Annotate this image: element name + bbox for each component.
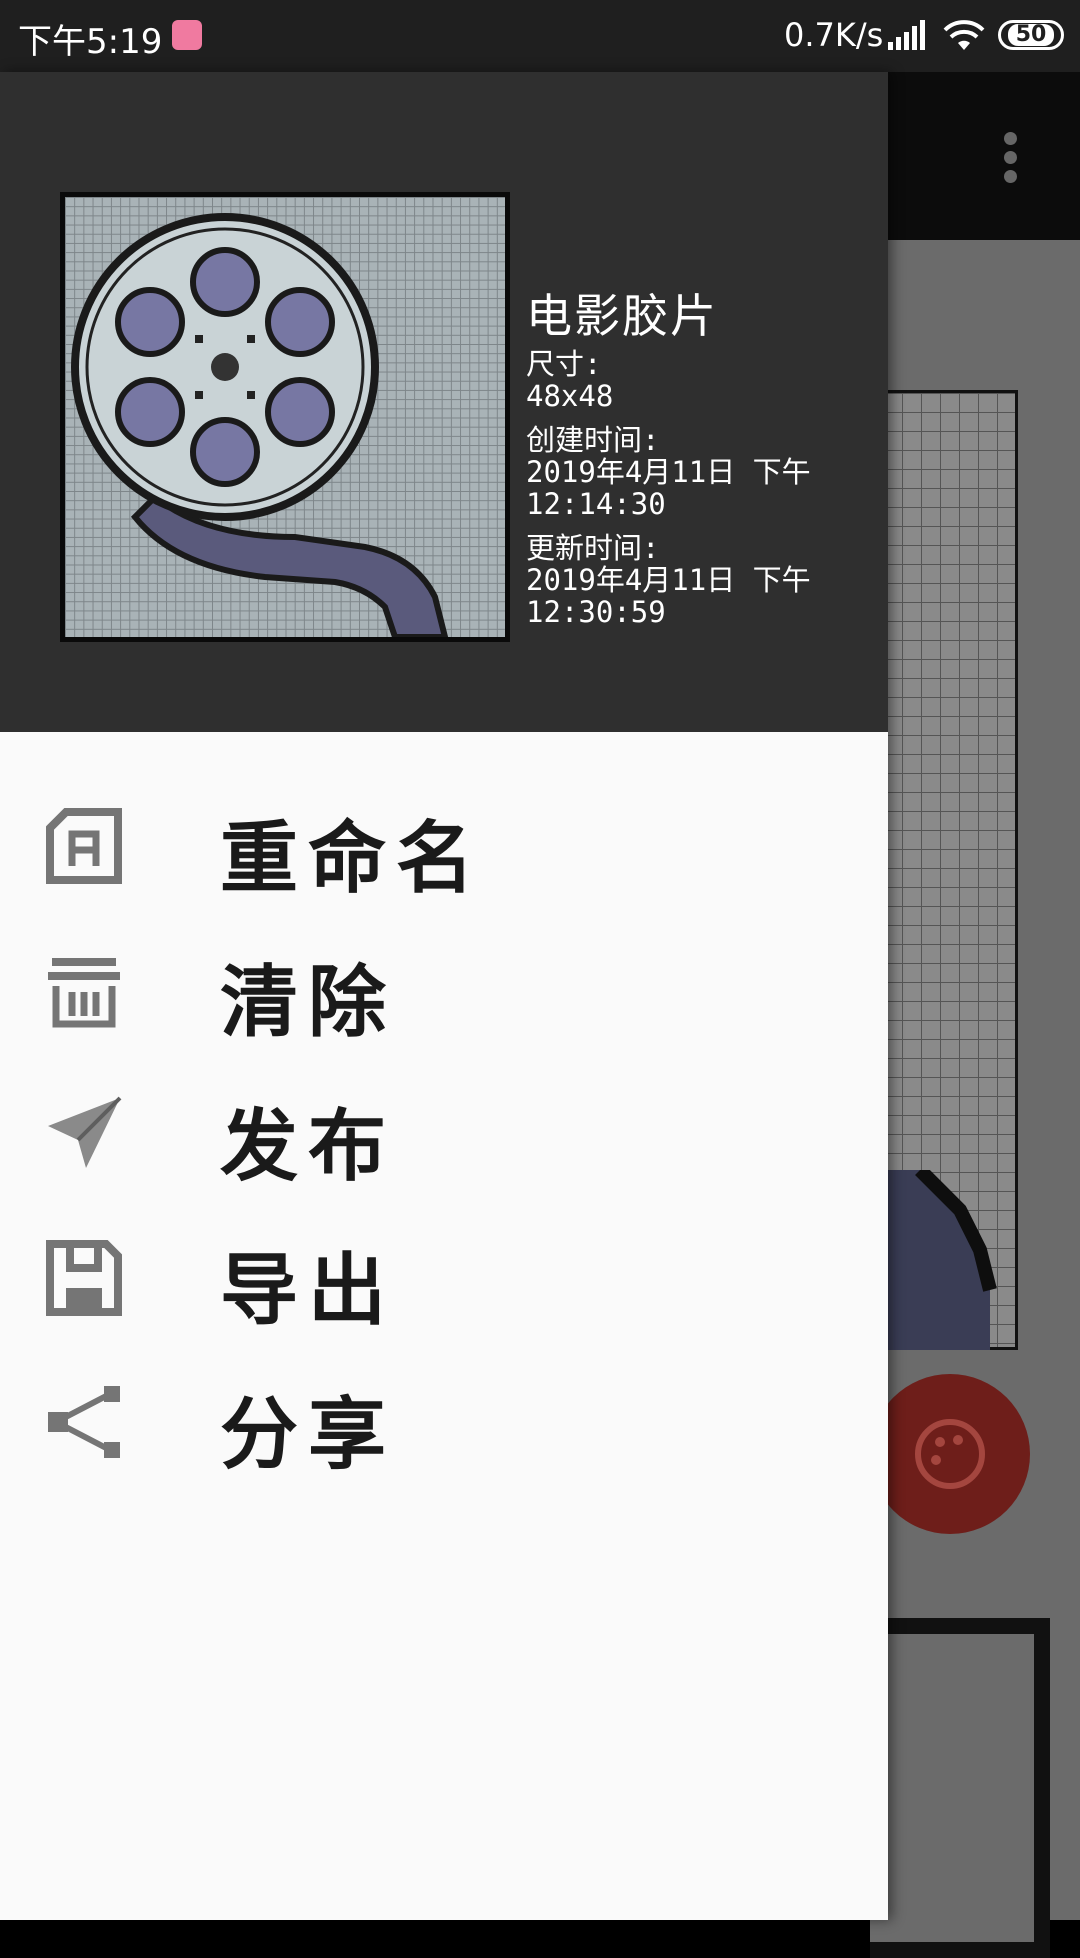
rename-icon xyxy=(46,808,122,884)
share-icon xyxy=(48,1386,120,1458)
updated-label: 更新时间: xyxy=(526,531,660,565)
menu-item-clear[interactable]: 清除 xyxy=(0,916,888,1060)
menu-item-rename[interactable]: 重命名 xyxy=(0,772,888,916)
network-speed: 0.7K/s xyxy=(784,16,884,54)
save-icon xyxy=(46,1240,122,1316)
created-date: 2019年4月11日 下午 xyxy=(526,455,811,489)
canvas-frame xyxy=(870,1618,1050,1958)
size-value: 48x48 xyxy=(526,379,614,413)
more-vert-icon[interactable] xyxy=(1004,132,1018,189)
artwork-created: 创建时间: 2019年4月11日 下午 12:14:30 xyxy=(526,424,811,520)
size-label: 尺寸: xyxy=(526,347,602,381)
clear-icon xyxy=(48,958,120,1028)
menu-label-clear: 清除 xyxy=(220,958,397,1048)
film-reel-icon xyxy=(71,213,449,637)
status-time: 下午5:19 xyxy=(18,22,163,62)
artwork-size: 尺寸: 48x48 xyxy=(526,348,613,412)
artwork-thumbnail xyxy=(60,192,510,642)
wifi-icon xyxy=(943,20,985,50)
menu-item-export[interactable]: 导出 xyxy=(0,1204,888,1348)
updated-date: 2019年4月11日 下午 xyxy=(526,563,811,597)
updated-time: 12:30:59 xyxy=(526,595,666,629)
menu-label-share: 分享 xyxy=(220,1390,397,1480)
artwork-title: 电影胶片 xyxy=(526,289,718,343)
created-time: 12:14:30 xyxy=(526,487,666,521)
menu-label-export: 导出 xyxy=(220,1246,397,1336)
menu-label-publish: 发布 xyxy=(220,1102,397,1192)
menu-label-rename: 重命名 xyxy=(220,814,485,904)
menu-item-publish[interactable]: 发布 xyxy=(0,1060,888,1204)
navigation-drawer: 电影胶片 尺寸: 48x48 创建时间: 2019年4月11日 下午 12:14… xyxy=(0,72,888,1920)
status-bar: 下午5:19 0.7K/s 50 xyxy=(0,0,1080,72)
drawer-menu: 重命名 清除 发布 导出 分享 xyxy=(0,772,888,1492)
bilibili-icon xyxy=(172,20,202,50)
send-icon xyxy=(48,1096,122,1168)
signal-icon xyxy=(888,20,925,50)
battery-level: 50 xyxy=(1007,24,1055,46)
drawer-header: 电影胶片 尺寸: 48x48 创建时间: 2019年4月11日 下午 12:14… xyxy=(0,72,888,732)
artwork-updated: 更新时间: 2019年4月11日 下午 12:30:59 xyxy=(526,532,811,628)
created-label: 创建时间: xyxy=(526,423,660,457)
palette-fab[interactable] xyxy=(870,1374,1030,1534)
palette-icon xyxy=(915,1419,985,1489)
menu-item-share[interactable]: 分享 xyxy=(0,1348,888,1492)
canvas-film-strip xyxy=(880,1170,997,1350)
battery-icon: 50 xyxy=(998,20,1064,50)
